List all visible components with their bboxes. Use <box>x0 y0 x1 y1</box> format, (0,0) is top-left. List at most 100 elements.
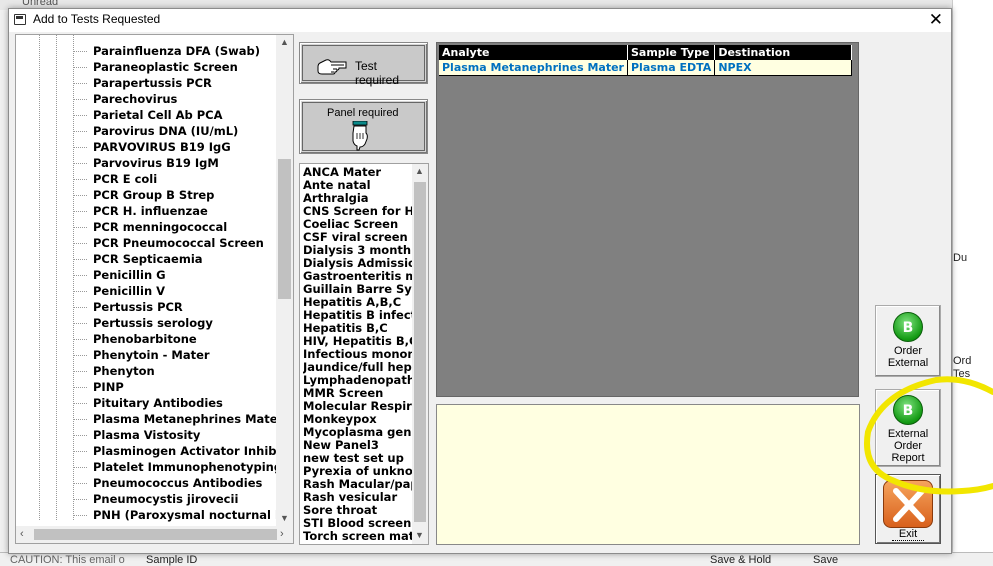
tree-item[interactable]: Pneumococcus Antibodies <box>16 475 276 491</box>
panel-required-button-face: Panel required <box>302 102 425 151</box>
panel-item[interactable]: MMR Screen <box>303 387 413 400</box>
panel-item[interactable]: Coeliac Screen <box>303 218 413 231</box>
column-header-analyte[interactable]: Analyte <box>439 45 628 60</box>
panel-item[interactable]: Infectious mononuc <box>303 348 413 361</box>
panel-item[interactable]: Hepatitis B infectio <box>303 309 413 322</box>
panel-item[interactable]: CSF viral screen <box>303 231 413 244</box>
tree-item[interactable]: PCR H. influenzae <box>16 203 276 219</box>
tree-item-list: Parainfluenza DFA (Swab) Paraneoplastic S… <box>16 43 276 523</box>
tree-item[interactable]: Parvovirus B19 IgM <box>16 155 276 171</box>
panel-item[interactable]: STI Blood screen <box>303 517 413 530</box>
tree-item[interactable]: PINP <box>16 379 276 395</box>
tree-horizontal-scrollbar[interactable]: ‹ › <box>16 526 293 543</box>
cell-sample-type[interactable]: Plasma EDTA <box>627 60 716 76</box>
panel-item[interactable]: Rash vesicular <box>303 491 413 504</box>
scroll-right-icon[interactable]: › <box>280 528 284 540</box>
scroll-down-icon[interactable]: ▼ <box>280 513 289 523</box>
panel-item[interactable]: Rash Macular/papu <box>303 478 413 491</box>
scroll-left-icon[interactable]: ‹ <box>20 528 24 540</box>
tree-item[interactable]: Plasma Vistosity <box>16 427 276 443</box>
panel-required-button[interactable]: Panel required <box>299 99 428 154</box>
tree-item[interactable]: PARVOVIRUS B19 IgG <box>16 139 276 155</box>
tree-item[interactable]: PCR menningococcal <box>16 219 276 235</box>
tree-item[interactable]: Plasminogen Activator Inhibitor <box>16 443 276 459</box>
tree-item-label: Plasma Vistosity <box>93 428 201 442</box>
tree-item[interactable]: Platelet Immunophenotyping <box>16 459 276 475</box>
tree-scroll-thumb[interactable] <box>278 159 291 299</box>
test-tree[interactable]: Parainfluenza DFA (Swab) Paraneoplastic S… <box>15 34 294 544</box>
tree-item[interactable]: Penicillin G <box>16 267 276 283</box>
tree-item[interactable]: Pertussis serology <box>16 315 276 331</box>
tree-item[interactable]: Parietal Cell Ab PCA <box>16 107 276 123</box>
tree-connector <box>73 275 87 276</box>
tree-item[interactable]: PCR E coli <box>16 171 276 187</box>
panel-list-scrollbar[interactable]: ▲ ▼ <box>412 164 428 544</box>
tree-item[interactable]: Phenyton <box>16 363 276 379</box>
panel-item[interactable]: Hepatitis B,C <box>303 322 413 335</box>
test-required-button[interactable]: Test required <box>299 42 428 87</box>
tree-item[interactable]: Parovirus DNA (IU/mL) <box>16 123 276 139</box>
panel-item[interactable]: Molecular Respirato <box>303 400 413 413</box>
external-order-report-label-line3: Report <box>891 452 925 464</box>
tree-item[interactable]: Penicillin V <box>16 283 276 299</box>
tree-hscroll-thumb[interactable] <box>34 529 277 540</box>
notes-textarea[interactable] <box>436 404 860 545</box>
tree-item[interactable]: PCR Group B Strep <box>16 187 276 203</box>
tree-item-label: Penicillin G <box>93 268 166 282</box>
tree-item[interactable]: Phenytoin - Mater <box>16 347 276 363</box>
tree-item[interactable]: Pituitary Antibodies <box>16 395 276 411</box>
panel-item[interactable]: Lymphadenopathy <box>303 374 413 387</box>
panel-item[interactable]: Dialysis 3 monthly s <box>303 244 413 257</box>
order-external-button[interactable]: B Order External <box>875 305 941 377</box>
external-order-report-button[interactable]: B External Order Report <box>875 389 941 467</box>
panel-item[interactable]: HIV, Hepatitis B,C <box>303 335 413 348</box>
tree-item[interactable]: Pertussis PCR <box>16 299 276 315</box>
tree-item[interactable]: Phenobarbitone <box>16 331 276 347</box>
tree-item[interactable]: PCR Septicaemia <box>16 251 276 267</box>
external-order-report-label-line1: External <box>887 428 929 440</box>
scroll-up-icon[interactable]: ▲ <box>280 37 289 47</box>
tree-connector <box>73 323 87 324</box>
panel-item[interactable]: Sore throat <box>303 504 413 517</box>
tree-item[interactable]: Pneumocystis jirovecii <box>16 491 276 507</box>
exit-button[interactable]: Exit <box>875 474 941 544</box>
table-row[interactable]: Plasma Metanephrines Mater Plasma EDTA N… <box>439 60 853 76</box>
panel-item[interactable]: Dialysis Admission <box>303 257 413 270</box>
cell-destination[interactable]: NPEX <box>714 60 853 76</box>
panel-list-scroll-thumb[interactable] <box>414 182 426 522</box>
column-header-sample-type[interactable]: Sample Type <box>627 45 716 60</box>
panel-item[interactable]: ANCA Mater <box>303 166 413 179</box>
panel-item[interactable]: Ante natal <box>303 179 413 192</box>
tree-item-label: Parvovirus B19 IgM <box>93 156 219 170</box>
cell-analyte[interactable]: Plasma Metanephrines Mater <box>439 60 628 76</box>
column-header-destination[interactable]: Destination <box>714 45 853 60</box>
tree-item[interactable]: Parechovirus <box>16 91 276 107</box>
panel-item[interactable]: Gastroenteritis mole <box>303 270 413 283</box>
panel-item[interactable]: Torch screen mater <box>303 530 413 543</box>
tree-item[interactable]: PNH (Paroxysmal nocturnal hem <box>16 507 276 523</box>
panel-item[interactable]: Guillain Barre Synd <box>303 283 413 296</box>
panel-item[interactable]: Hepatitis A,B,C <box>303 296 413 309</box>
scroll-down-icon[interactable]: ▼ <box>415 530 424 540</box>
tree-item-label: Parainfluenza DFA (Swab) <box>93 44 260 58</box>
tree-connector <box>73 403 87 404</box>
close-icon[interactable]: ✕ <box>929 10 943 30</box>
tree-item[interactable]: Parainfluenza DFA (Swab) <box>16 43 276 59</box>
panel-item[interactable]: Mycoplasma genita <box>303 426 413 439</box>
panel-item[interactable]: New Panel3 <box>303 439 413 452</box>
panel-item[interactable]: new test set up <box>303 452 413 465</box>
tree-vertical-scrollbar[interactable]: ▲ ▼ <box>276 35 293 527</box>
panel-list[interactable]: ANCA Mater Ante natal Arthralgia CNS Screen… <box>299 163 429 545</box>
panel-item[interactable]: Monkeypox <box>303 413 413 426</box>
panel-item[interactable]: Arthralgia <box>303 192 413 205</box>
scroll-up-icon[interactable]: ▲ <box>415 166 424 176</box>
tree-item[interactable]: Paraneoplastic Screen <box>16 59 276 75</box>
tree-item[interactable]: Plasma Metanephrines Mater <box>16 411 276 427</box>
background-window-bottom: CAUTION: This email o Sample ID Save & H… <box>0 552 993 566</box>
tree-connector <box>73 147 87 148</box>
panel-item[interactable]: Pyrexia of unknowr <box>303 465 413 478</box>
tree-item[interactable]: Parapertussis PCR <box>16 75 276 91</box>
tree-item[interactable]: PCR Pneumococcal Screen <box>16 235 276 251</box>
panel-item[interactable]: CNS Screen for He <box>303 205 413 218</box>
panel-item[interactable]: Jaundice/full hepal <box>303 361 413 374</box>
